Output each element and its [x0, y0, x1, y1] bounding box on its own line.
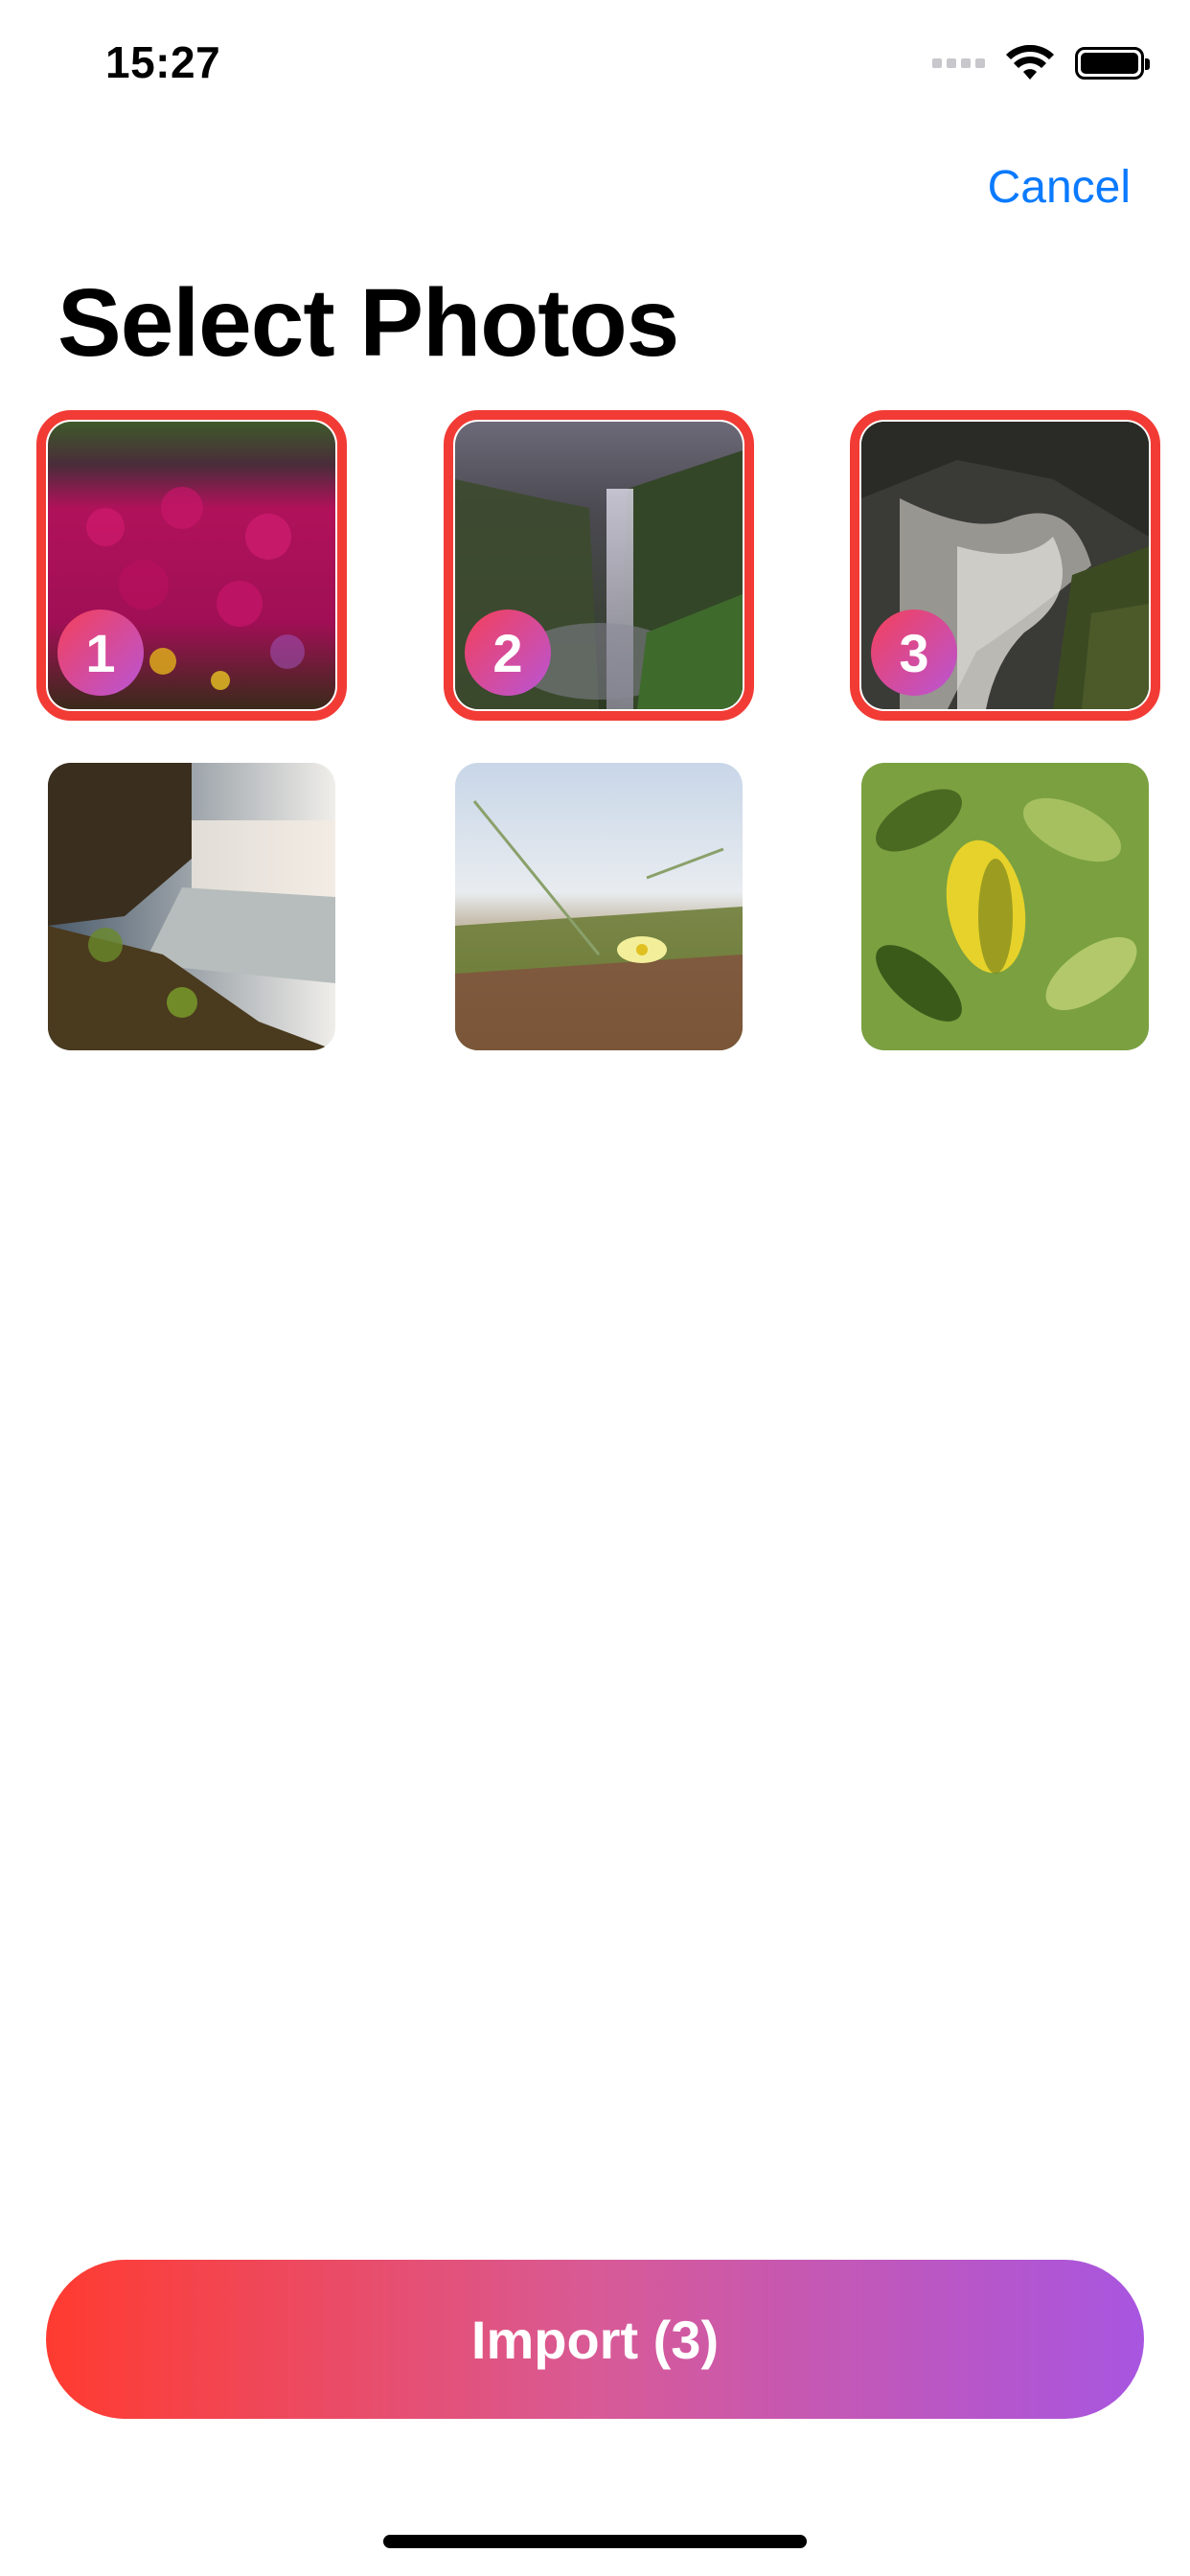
page-title: Select Photos	[57, 269, 679, 377]
photo-tile-3[interactable]: 3	[850, 410, 1160, 721]
photo-tile-2[interactable]: 2	[444, 410, 754, 721]
wifi-icon	[1006, 45, 1054, 80]
status-icons	[932, 42, 1150, 84]
photo-tile-6[interactable]	[861, 763, 1149, 1050]
selection-order-badge: 3	[871, 610, 957, 696]
battery-icon	[1075, 47, 1150, 80]
selection-order-badge: 1	[57, 610, 144, 696]
photo-tile-4[interactable]	[48, 763, 335, 1050]
status-time: 15:27	[105, 37, 221, 87]
home-indicator[interactable]	[383, 2535, 807, 2548]
photo-waterfall-sunlit	[48, 763, 335, 1050]
cancel-button[interactable]: Cancel	[988, 161, 1131, 214]
selection-order-badge: 2	[465, 610, 551, 696]
photo-dune-flower	[455, 763, 743, 1050]
import-button[interactable]: Import (3)	[46, 2260, 1144, 2419]
photo-tile-1[interactable]: 1	[36, 410, 347, 721]
photo-tile-5[interactable]	[455, 763, 743, 1050]
cellular-signal-icon	[932, 58, 985, 68]
photo-green-leaves	[861, 763, 1149, 1050]
